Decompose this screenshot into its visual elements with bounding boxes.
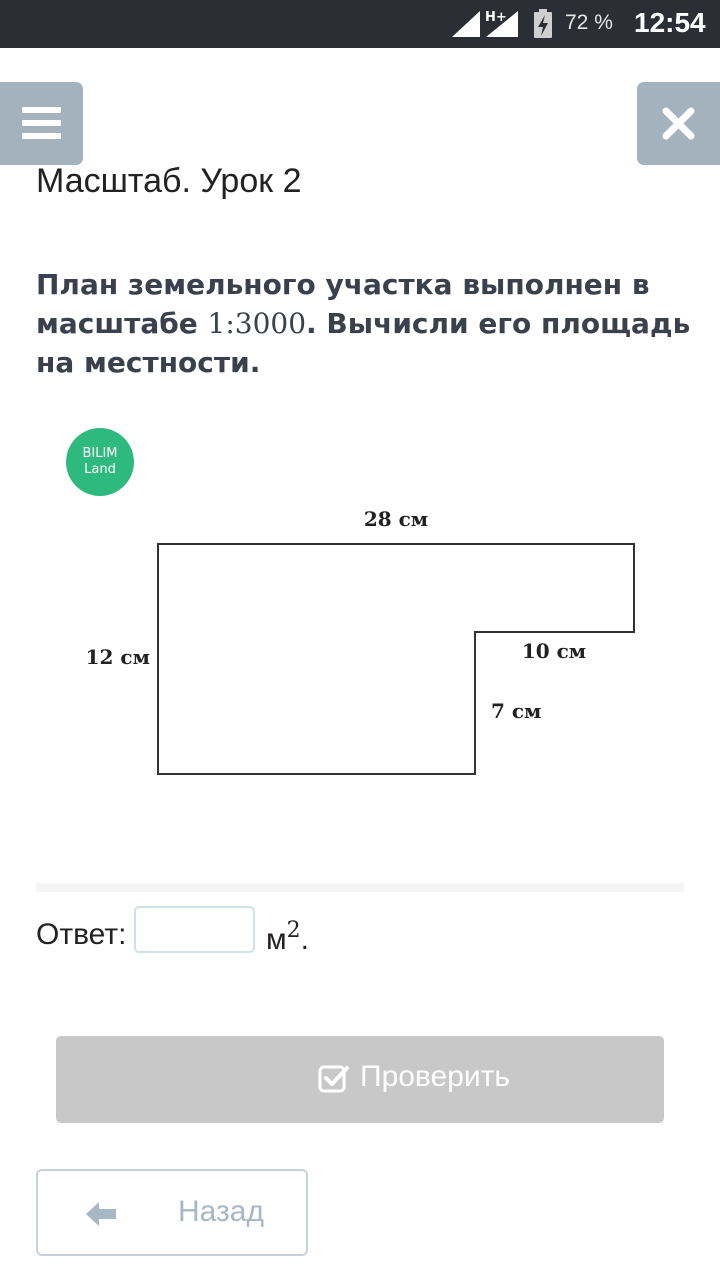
check-button-label: Проверить <box>360 1060 511 1093</box>
logo-text-line2: Land <box>84 462 116 477</box>
checkbox-check-icon <box>318 1065 349 1093</box>
label-inner-horizontal-side: 10 см <box>522 639 586 663</box>
battery-charging-icon <box>534 9 552 38</box>
network-type-label: H+ <box>485 10 507 25</box>
bilimland-logo: BILIM Land <box>66 428 134 496</box>
close-icon <box>662 107 695 140</box>
menu-button[interactable] <box>0 82 83 165</box>
clock: 12:54 <box>634 7 706 38</box>
divider <box>36 883 684 892</box>
answer-label: Ответ: <box>36 918 127 951</box>
mobile-data-icon: H+ <box>485 10 518 37</box>
answer-unit: м2. <box>266 918 309 957</box>
label-left-side: 12 см <box>86 645 150 669</box>
battery-percent: 72 % <box>565 11 613 34</box>
answer-input[interactable] <box>134 906 255 953</box>
label-top-side: 28 см <box>364 507 428 531</box>
unit-suffix: . <box>300 923 309 956</box>
arrow-left-icon <box>86 1202 116 1226</box>
question-text: План земельного участка выполнен в масшт… <box>36 265 696 382</box>
unit-power: 2 <box>286 918 301 943</box>
close-button[interactable] <box>637 82 720 165</box>
page-title: Масштаб. Урок 2 <box>36 162 302 200</box>
label-inner-vertical-side: 7 см <box>491 699 541 723</box>
scale-value: 1:3000 <box>207 307 307 340</box>
back-button-label: Назад <box>178 1195 264 1228</box>
land-plot-figure: 28 см 12 см 10 см 7 см <box>86 507 635 775</box>
status-bar: H+ 72 % 12:54 <box>0 0 720 48</box>
back-button[interactable]: Назад <box>36 1169 308 1256</box>
check-button[interactable]: Проверить <box>56 1036 664 1123</box>
logo-text-line1: BILIM <box>82 446 118 461</box>
signal-icon <box>452 11 480 37</box>
unit-symbol: м <box>266 923 287 956</box>
